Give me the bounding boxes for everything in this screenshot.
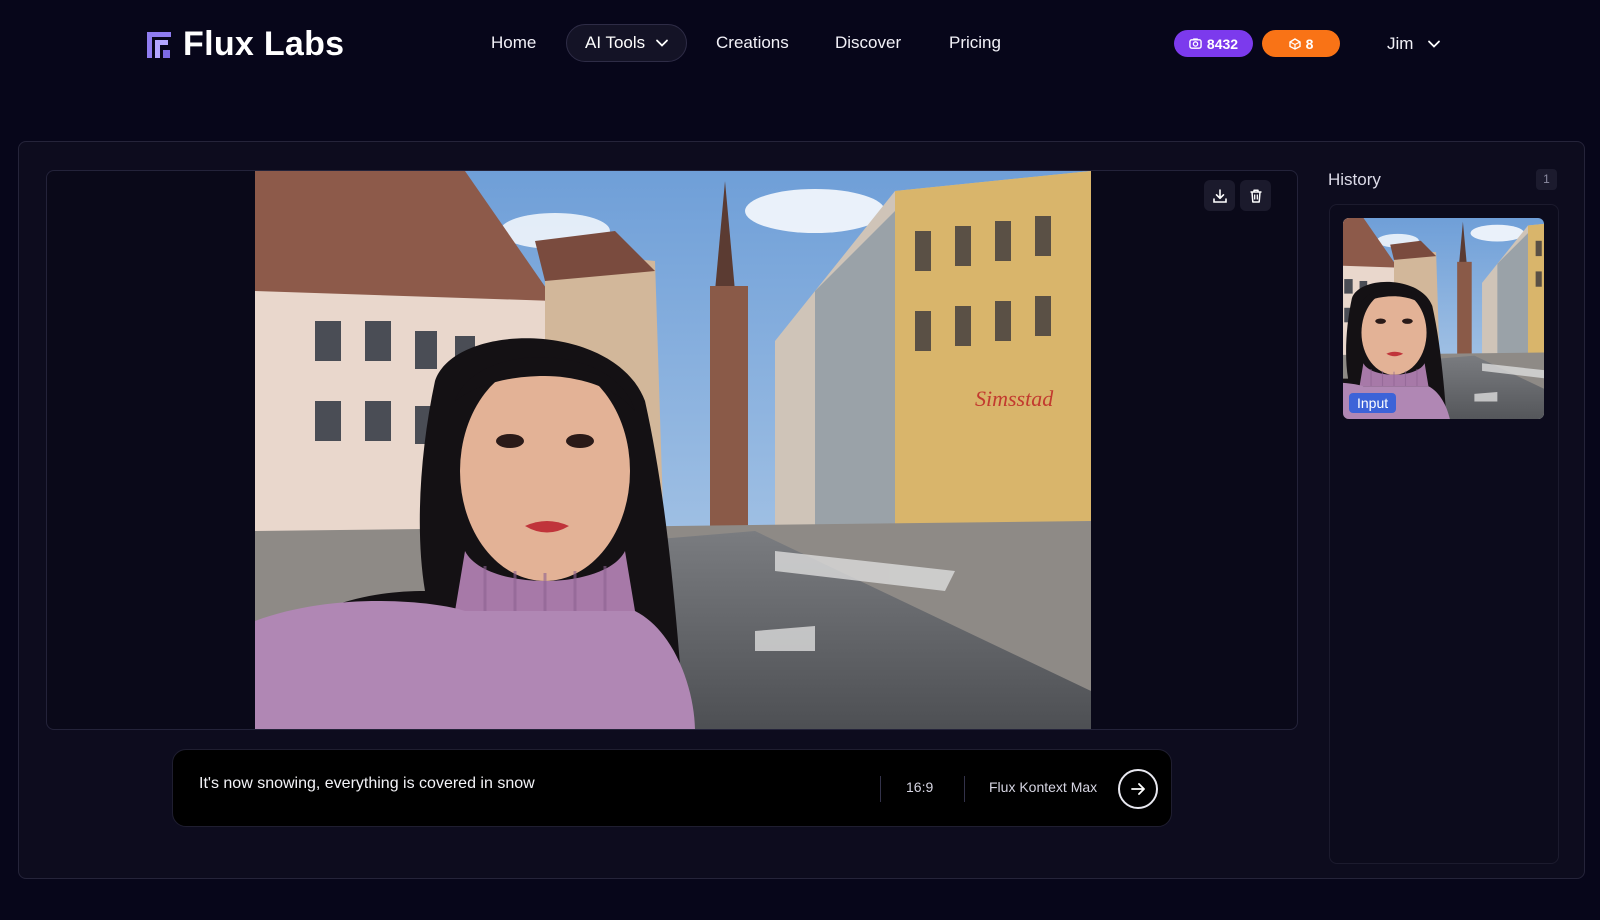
download-button[interactable] xyxy=(1204,180,1235,211)
history-item[interactable]: Input xyxy=(1343,218,1544,419)
editor-panel: It's now snowing, everything is covered … xyxy=(18,141,1585,879)
delete-button[interactable] xyxy=(1240,180,1271,211)
gem-icon xyxy=(1288,37,1301,50)
prompt-bar: It's now snowing, everything is covered … xyxy=(172,749,1172,827)
aspect-ratio-select[interactable]: 16:9 xyxy=(906,779,933,795)
divider xyxy=(880,776,881,802)
chevron-down-icon xyxy=(656,39,669,47)
image-canvas xyxy=(46,170,1298,730)
nav-ai-tools-label: AI Tools xyxy=(585,33,646,52)
user-name: Jim xyxy=(1387,33,1414,53)
prompt-input[interactable]: It's now snowing, everything is covered … xyxy=(199,775,535,793)
model-select[interactable]: Flux Kontext Max xyxy=(989,779,1097,795)
gem-credits-badge[interactable]: 8 xyxy=(1262,30,1340,57)
nav-pricing[interactable]: Pricing xyxy=(949,24,1001,62)
result-image xyxy=(255,171,1091,729)
camera-icon xyxy=(1189,38,1202,49)
chevron-down-icon xyxy=(1428,40,1441,48)
user-menu[interactable]: Jim xyxy=(1387,30,1441,57)
history-title: History xyxy=(1328,170,1381,189)
trash-icon xyxy=(1250,189,1261,203)
gem-credits-count: 8 xyxy=(1305,35,1314,52)
main-nav: Home AI Tools Creations Discover Pricing xyxy=(0,24,1600,62)
nav-ai-tools-dropdown[interactable]: AI Tools xyxy=(566,24,687,62)
generate-button[interactable] xyxy=(1118,769,1158,809)
image-credits-badge[interactable]: 8432 xyxy=(1174,30,1253,57)
nav-discover[interactable]: Discover xyxy=(835,24,901,62)
nav-creations[interactable]: Creations xyxy=(716,24,789,62)
nav-home[interactable]: Home xyxy=(491,24,536,62)
download-icon xyxy=(1212,188,1227,203)
history-list: Input xyxy=(1329,204,1559,864)
arrow-right-icon xyxy=(1131,783,1145,795)
history-thumbnail xyxy=(1343,218,1544,419)
image-credits-count: 8432 xyxy=(1206,35,1239,52)
history-count-badge: 1 xyxy=(1536,169,1557,190)
input-tag: Input xyxy=(1349,393,1397,413)
top-navigation-bar: Flux Labs Home AI Tools Creations Discov… xyxy=(0,0,1600,90)
divider xyxy=(964,776,965,802)
